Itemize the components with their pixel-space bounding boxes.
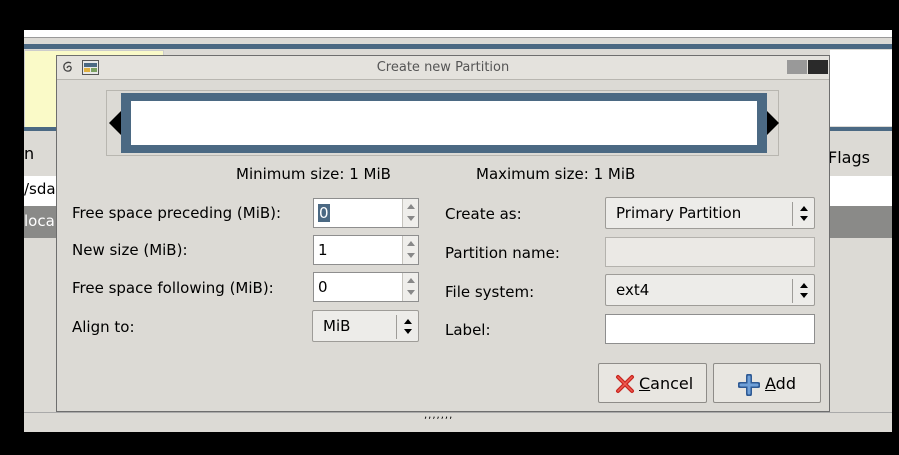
spin-down-icon[interactable]: [407, 253, 415, 258]
resize-handle-left-icon[interactable]: [109, 111, 121, 135]
combo-arrows: [792, 279, 814, 303]
free-space-following-value: 0: [318, 278, 328, 296]
resize-handle-right-icon[interactable]: [767, 111, 779, 135]
close-button[interactable]: [808, 60, 828, 74]
spin-up-icon[interactable]: [407, 278, 415, 283]
cancel-x-icon: [616, 375, 634, 393]
new-size-spin[interactable]: 1: [313, 235, 419, 265]
combo-up-arrow-icon: [404, 319, 412, 324]
combo-down-arrow-icon: [800, 293, 808, 298]
label-field-label: Label:: [445, 321, 491, 339]
file-system-value: ext4: [616, 281, 650, 299]
combo-arrows: [792, 202, 814, 226]
spin-up-icon[interactable]: [407, 241, 415, 246]
background-graph-line: [24, 44, 892, 49]
align-to-label: Align to:: [72, 318, 135, 336]
create-as-label: Create as:: [445, 205, 522, 223]
label-input[interactable]: [605, 314, 815, 344]
combo-arrows: [396, 315, 418, 339]
align-to-value: MiB: [323, 317, 351, 335]
combo-up-arrow-icon: [800, 206, 808, 211]
create-partition-dialog: Create new Partition Minimum size: 1 MiB…: [56, 55, 830, 412]
background-column-header-flags: Flags: [828, 148, 870, 167]
add-button-label: Add: [765, 374, 796, 393]
file-system-combo[interactable]: ext4: [605, 274, 815, 306]
new-size-value: 1: [318, 241, 328, 259]
spin-down-icon[interactable]: [407, 216, 415, 221]
cancel-button-label: Cancel: [639, 374, 694, 393]
maximum-size-label: Maximum size: 1 MiB: [476, 165, 636, 183]
spin-down-icon[interactable]: [407, 290, 415, 295]
minimize-button[interactable]: [787, 60, 807, 74]
align-to-combo[interactable]: MiB: [312, 310, 419, 342]
free-space-following-label: Free space following (MiB):: [72, 279, 274, 297]
file-system-label: File system:: [445, 283, 535, 301]
background-statusbar: [24, 412, 892, 432]
background-toolbar: [24, 30, 892, 38]
background-graph-area: [830, 50, 892, 126]
free-space-following-spin[interactable]: 0: [313, 272, 419, 302]
free-space-preceding-value: 0: [318, 204, 330, 222]
add-plus-icon: [738, 374, 760, 396]
partition-resizer-fill[interactable]: [131, 101, 757, 145]
partition-name-label: Partition name:: [445, 244, 560, 262]
create-as-value: Primary Partition: [616, 204, 742, 222]
spin-up-icon[interactable]: [407, 204, 415, 209]
background-row-label: /sda: [24, 180, 56, 198]
minimum-size-label: Minimum size: 1 MiB: [236, 165, 391, 183]
add-button[interactable]: Add: [713, 363, 821, 403]
partition-name-input[interactable]: [605, 237, 815, 267]
spin-buttons[interactable]: [402, 236, 418, 264]
combo-down-arrow-icon: [404, 329, 412, 334]
spin-buttons[interactable]: [402, 199, 418, 227]
cancel-button[interactable]: Cancel: [598, 363, 707, 403]
background-column-header-partition: n: [24, 144, 35, 163]
create-as-combo[interactable]: Primary Partition: [605, 197, 815, 229]
dialog-titlebar[interactable]: Create new Partition: [57, 56, 829, 80]
new-size-label: New size (MiB):: [72, 241, 188, 259]
background-row-label-selected: loca: [24, 212, 55, 230]
free-space-preceding-label: Free space preceding (MiB):: [72, 204, 282, 222]
combo-up-arrow-icon: [800, 283, 808, 288]
dialog-title: Create new Partition: [376, 60, 510, 75]
combo-down-arrow-icon: [800, 216, 808, 221]
spin-buttons[interactable]: [402, 273, 418, 301]
free-space-preceding-spin[interactable]: 0: [313, 198, 419, 228]
